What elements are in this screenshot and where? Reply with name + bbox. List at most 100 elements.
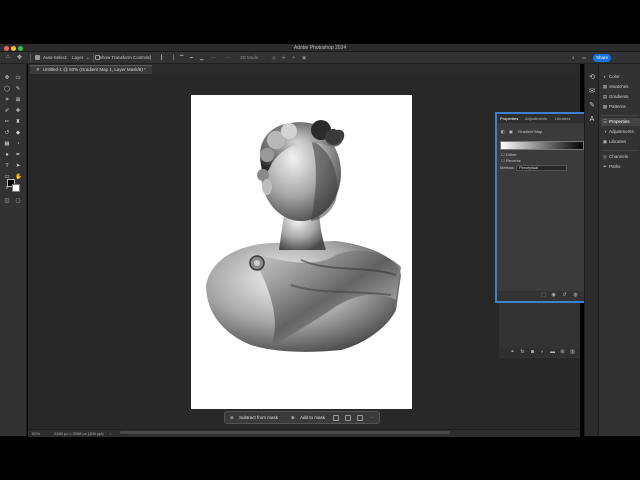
subtract-from-mask-button[interactable]: Subtract from mask xyxy=(239,414,278,422)
channels-icon: ◎ xyxy=(603,154,607,159)
spot-heal-tool-icon[interactable]: ✚ xyxy=(15,108,21,114)
gradient-tool-icon[interactable]: ▦ xyxy=(4,141,10,147)
layer-mask-icon[interactable]: ▣ xyxy=(509,129,513,134)
group-icon[interactable]: ▬ xyxy=(550,350,555,355)
show-transform-label: Show Transform Controls xyxy=(99,55,150,60)
panel-adjustments[interactable]: ◑ Adjustments xyxy=(601,128,640,136)
align-center-icon[interactable]: ┃ xyxy=(160,55,163,61)
add-mask-icon[interactable]: ◙ xyxy=(530,350,535,355)
comments-icon[interactable]: ✉ xyxy=(588,88,596,96)
color-icon: ◐ xyxy=(603,74,607,79)
feather-mask-icon[interactable] xyxy=(345,415,351,421)
status-chevron-icon[interactable]: › xyxy=(110,431,111,436)
3d-drag-icon[interactable]: ✣ xyxy=(282,55,286,61)
panel-gradients[interactable]: ▤ Gradients xyxy=(601,93,640,101)
hand-tool-icon[interactable]: ✋ xyxy=(15,174,22,180)
dither-checkbox[interactable]: ☐ xyxy=(501,152,505,157)
dodge-tool-icon[interactable]: ● xyxy=(4,152,10,158)
document-size[interactable]: 2480 px x 3508 px (300 ppi) xyxy=(54,431,104,436)
reset-icon[interactable]: ↺ xyxy=(562,293,567,298)
link-layers-icon[interactable]: ⚭ xyxy=(510,350,515,355)
brush-settings-icon[interactable]: ✎ xyxy=(588,102,596,110)
blur-tool-icon[interactable]: ◔ xyxy=(15,141,21,147)
document-canvas[interactable] xyxy=(191,95,412,409)
search-icon[interactable]: ⌕ xyxy=(572,55,575,60)
reverse-checkbox[interactable]: ☐ xyxy=(501,158,505,163)
align-middle-icon[interactable]: ━ xyxy=(190,55,193,61)
align-left-icon[interactable]: ▏ xyxy=(150,55,153,61)
view-previous-icon[interactable]: ◉ xyxy=(551,293,556,298)
panel-swatches[interactable]: ▦ Swatches xyxy=(601,83,640,91)
type-tool-icon[interactable]: T xyxy=(4,163,10,169)
align-top-icon[interactable]: ▔ xyxy=(180,55,183,61)
apollo-bust-image xyxy=(206,120,401,352)
pen-tool-icon[interactable]: ✒ xyxy=(15,152,21,158)
fill-mask-icon[interactable] xyxy=(357,415,363,421)
workspace-icon[interactable]: ▭ xyxy=(582,55,586,61)
panel-patterns[interactable]: ▩ Patterns xyxy=(601,103,640,111)
properties-panel-tabs: Properties Adjustments Libraries » ≡ xyxy=(497,114,596,123)
brush-tool-icon[interactable]: ✏ xyxy=(4,119,10,125)
more-options-icon[interactable]: ··· xyxy=(226,55,231,60)
3d-slide-icon[interactable]: ✦ xyxy=(292,55,296,61)
path-select-tool-icon[interactable]: ➤ xyxy=(15,163,21,169)
zoom-level[interactable]: 50% xyxy=(32,431,40,436)
background-color-swatch[interactable] xyxy=(12,184,20,192)
clip-to-layer-icon[interactable]: ⬚ xyxy=(541,293,546,298)
frame-tool-icon[interactable]: ⊠ xyxy=(15,97,21,103)
align-right-icon[interactable]: ▕ xyxy=(170,55,173,61)
app-title: Adobe Photoshop 2024 xyxy=(293,45,347,51)
close-tab-icon[interactable]: ✕ xyxy=(36,67,40,72)
add-to-mask-icon[interactable]: ⊕ xyxy=(291,414,295,422)
clone-stamp-tool-icon[interactable]: ♜ xyxy=(15,119,21,125)
panel-paths[interactable]: ✒ Paths xyxy=(601,163,640,171)
panel-properties[interactable]: ☰ Properties xyxy=(601,118,640,126)
artboard-tool-icon[interactable]: ▭ xyxy=(15,75,21,81)
screen-mode-icon[interactable]: ▢ xyxy=(15,198,21,204)
visibility-icon[interactable]: ◍ xyxy=(573,293,578,298)
auto-select-checkbox[interactable] xyxy=(35,55,40,60)
crop-tool-icon[interactable]: ⌗ xyxy=(4,97,10,103)
character-icon[interactable]: A xyxy=(588,116,596,124)
share-button[interactable]: Share xyxy=(593,54,611,62)
quick-select-tool-icon[interactable]: ✎ xyxy=(15,86,21,92)
horizontal-scrollbar[interactable] xyxy=(120,431,450,434)
move-tool-icon[interactable]: ✥ xyxy=(4,75,10,81)
3d-rotate-icon[interactable]: ◌ xyxy=(262,55,265,60)
adjustment-layer-icon[interactable]: ◐ xyxy=(540,350,545,355)
tab-properties[interactable]: Properties xyxy=(500,116,518,121)
auto-select-label: Auto-Select: xyxy=(43,55,68,60)
3d-roll-icon[interactable]: ◎ xyxy=(272,55,276,61)
history-icon[interactable]: ⟲ xyxy=(588,74,596,82)
quick-mask-icon[interactable]: ◫ xyxy=(4,198,10,204)
swatches-icon: ▦ xyxy=(602,84,608,89)
panel-channels[interactable]: ◎ Channels xyxy=(601,153,640,161)
document-tab[interactable]: ✕ Untitled-1 @ 50% (Gradient Map 1, Layer… xyxy=(30,65,152,74)
panel-color[interactable]: ◐ Color xyxy=(601,73,640,81)
right-panel-dock: ◐ Color ▦ Swatches ▤ Gradients ▩ Patterns ☰ P… xyxy=(598,64,640,436)
move-tool-icon[interactable]: ✥ xyxy=(17,54,22,61)
panel-libraries[interactable]: ▣ Libraries xyxy=(601,138,640,146)
layer-style-icon[interactable]: fx xyxy=(520,350,525,355)
tab-adjustments[interactable]: Adjustments xyxy=(525,116,547,121)
3d-scale-icon[interactable]: ▣ xyxy=(302,55,306,61)
home-icon[interactable]: ⌂ xyxy=(6,54,10,60)
lasso-tool-icon[interactable]: ◯ xyxy=(4,86,10,92)
gradient-preview[interactable] xyxy=(500,141,584,150)
new-layer-icon[interactable]: ⊞ xyxy=(560,350,565,355)
method-dropdown[interactable]: Perceptual xyxy=(516,165,567,171)
distribute-icon[interactable]: ⋯ xyxy=(211,55,216,61)
add-to-mask-button[interactable]: Add to mask xyxy=(300,414,325,422)
eraser-tool-icon[interactable]: ◆ xyxy=(15,130,21,136)
auto-select-dropdown[interactable]: Layer xyxy=(72,55,83,60)
history-brush-tool-icon[interactable]: ↺ xyxy=(4,130,10,136)
more-options-button[interactable]: ··· xyxy=(370,414,375,422)
subtract-from-mask-icon[interactable]: ⊖ xyxy=(230,414,234,422)
trash-icon[interactable]: ▥ xyxy=(570,350,575,355)
layers-footer: ⚭ fx ◙ ◐ ▬ ⊞ ▥ xyxy=(499,348,580,357)
invert-mask-icon[interactable] xyxy=(333,415,339,421)
tab-libraries[interactable]: Libraries xyxy=(555,116,570,121)
collapsed-panels-strip: ⟲ ✉ ✎ A xyxy=(584,64,598,436)
eyedropper-tool-icon[interactable]: ✐ xyxy=(4,108,10,114)
align-bottom-icon[interactable]: ▁ xyxy=(200,55,203,61)
